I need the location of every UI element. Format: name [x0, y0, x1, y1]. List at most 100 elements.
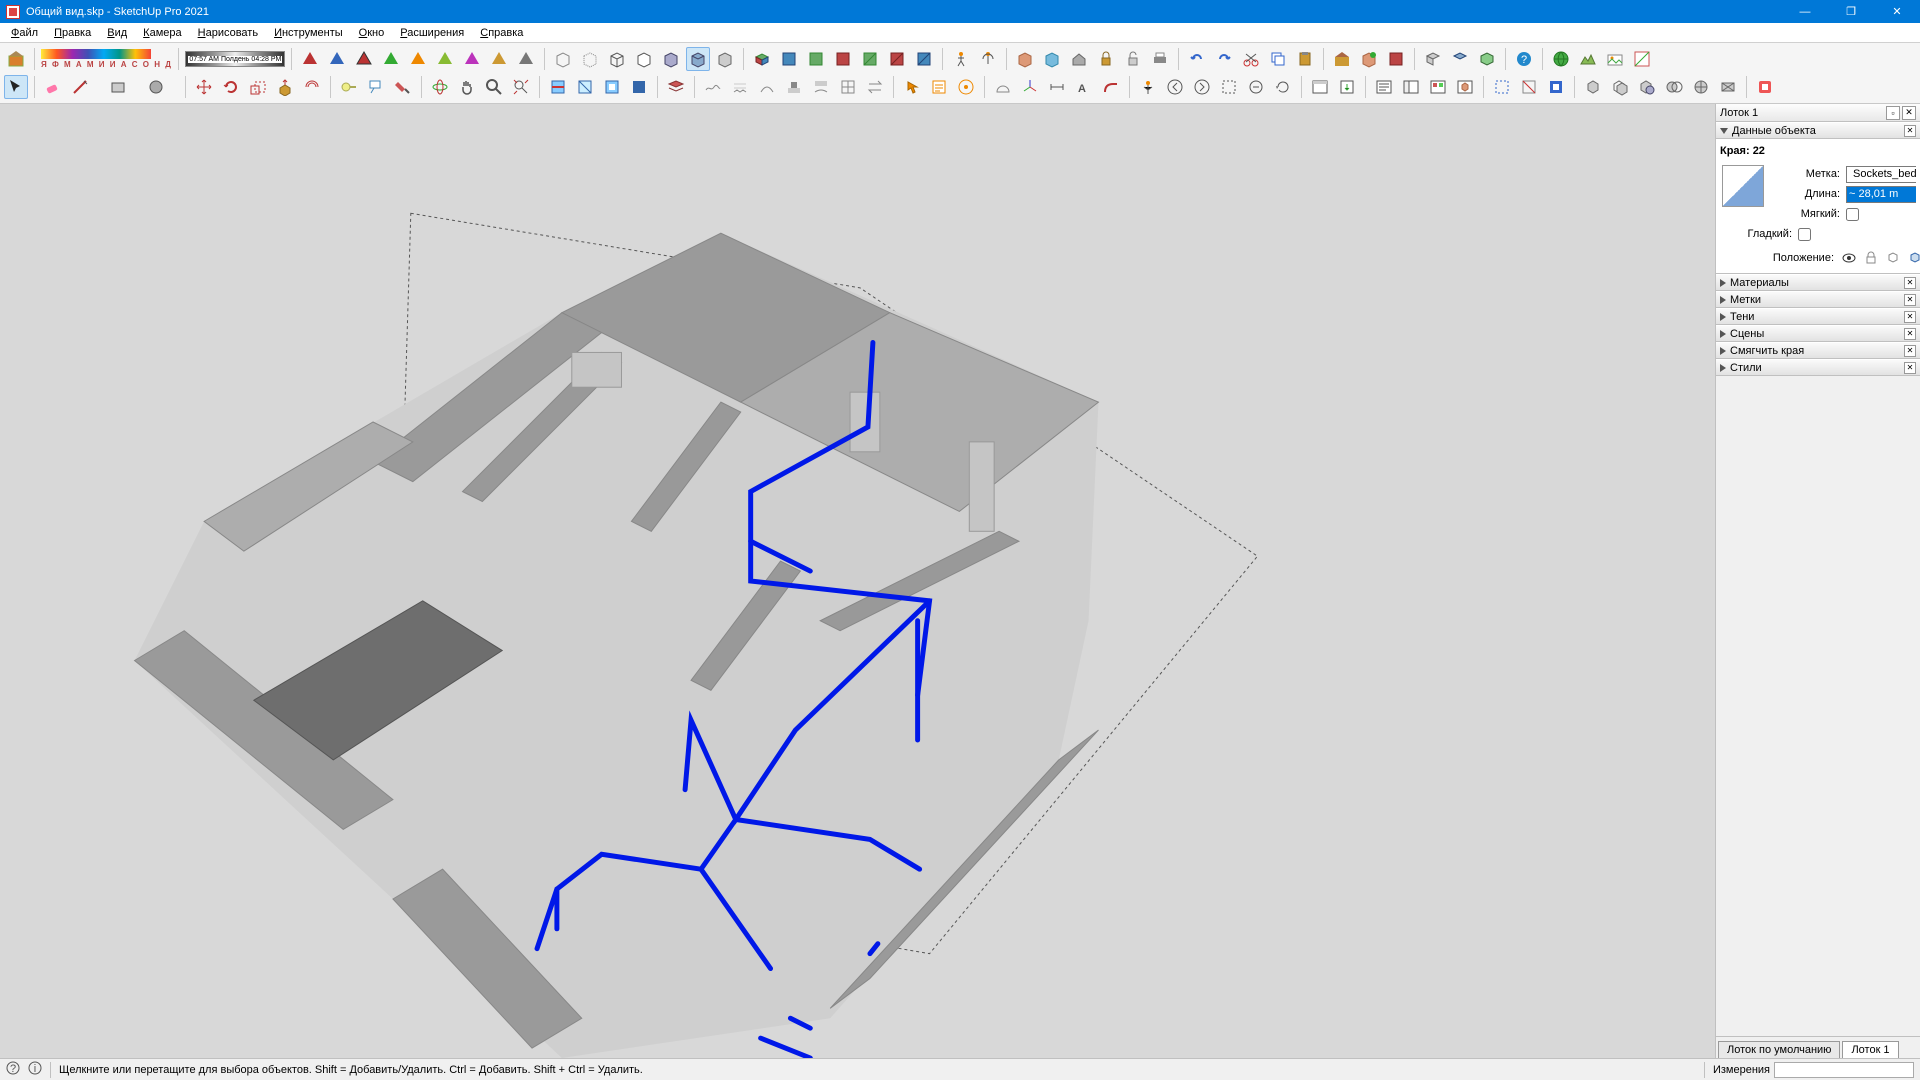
style-icon-7[interactable]	[460, 47, 484, 71]
3dtext-icon[interactable]: A	[1072, 75, 1096, 99]
circle-tool-icon[interactable]	[144, 75, 168, 99]
line-tool-icon[interactable]	[68, 75, 92, 99]
soft-checkbox[interactable]	[1846, 208, 1859, 221]
axes-icon[interactable]	[1018, 75, 1042, 99]
section-fill-icon[interactable]	[627, 75, 651, 99]
status-help-icon[interactable]: ?	[6, 1061, 20, 1078]
share-icon[interactable]	[1357, 47, 1381, 71]
pan-tool-icon[interactable]	[455, 75, 479, 99]
entityinfo-icon[interactable]	[1399, 75, 1423, 99]
menu-window[interactable]: Окно	[352, 25, 392, 41]
print-icon[interactable]	[1148, 47, 1172, 71]
lookaround-icon[interactable]	[976, 47, 1000, 71]
text-tool-icon[interactable]	[364, 75, 388, 99]
maximize-button[interactable]: ❐	[1828, 0, 1874, 23]
backedges-icon[interactable]	[578, 47, 602, 71]
month-slider[interactable]	[41, 49, 151, 59]
front-view-icon[interactable]	[804, 47, 828, 71]
menu-extensions[interactable]: Расширения	[393, 25, 471, 41]
close-button[interactable]: ✕	[1874, 0, 1920, 23]
tape-tool-icon[interactable]	[337, 75, 361, 99]
prev-view-icon[interactable]	[1163, 75, 1187, 99]
match-icon[interactable]	[1630, 47, 1654, 71]
sandbox-contours-icon[interactable]	[701, 75, 725, 99]
style-icon-2[interactable]	[325, 47, 349, 71]
panel-scenes[interactable]: Сцены✕	[1716, 325, 1920, 342]
panel-close-icon[interactable]: ✕	[1904, 328, 1916, 340]
3dwarehouse-icon[interactable]	[1330, 47, 1354, 71]
dc-attributes-icon[interactable]	[954, 75, 978, 99]
photo-icon[interactable]	[1603, 47, 1627, 71]
pushpull-tool-icon[interactable]	[273, 75, 297, 99]
top-view-icon[interactable]	[777, 47, 801, 71]
zoom-prev-icon[interactable]	[1244, 75, 1268, 99]
select-none-icon[interactable]	[1517, 75, 1541, 99]
hiddenline-icon[interactable]	[632, 47, 656, 71]
dimension-icon[interactable]	[1045, 75, 1069, 99]
tray-pin-icon[interactable]: ▫	[1886, 106, 1900, 120]
tray-title[interactable]: Лоток 1 ▫ ✕	[1716, 104, 1920, 122]
time-slider[interactable]: 07:57 AM Полдень 04:28 PM	[185, 51, 285, 67]
solid-tools-4-icon[interactable]	[1662, 75, 1686, 99]
layout-icon[interactable]	[1308, 75, 1332, 99]
component-icon[interactable]	[1013, 47, 1037, 71]
section-display-icon[interactable]	[573, 75, 597, 99]
toggle-hidden-icon[interactable]	[1907, 250, 1920, 266]
select-tool-icon[interactable]	[4, 75, 28, 99]
panel-soften[interactable]: Смягчить края✕	[1716, 342, 1920, 359]
sandbox-drape-icon[interactable]	[809, 75, 833, 99]
dc-options-icon[interactable]	[927, 75, 951, 99]
menu-file[interactable]: Файл	[4, 25, 45, 41]
redo-icon[interactable]	[1212, 47, 1236, 71]
sandbox-scratch-icon[interactable]	[728, 75, 752, 99]
section-tool-icon[interactable]	[546, 75, 570, 99]
style-icon-4[interactable]	[379, 47, 403, 71]
solid-tools-6-icon[interactable]	[1716, 75, 1740, 99]
zoomextents-tool-icon[interactable]	[509, 75, 533, 99]
panel-close-icon[interactable]: ✕	[1904, 345, 1916, 357]
xray-icon[interactable]	[551, 47, 575, 71]
minimize-button[interactable]: —	[1782, 0, 1828, 23]
panel-shadows[interactable]: Тени✕	[1716, 308, 1920, 325]
toggle-visible-icon[interactable]	[1841, 250, 1857, 266]
select-all-icon[interactable]	[1490, 75, 1514, 99]
style-icon-8[interactable]	[487, 47, 511, 71]
smooth-checkbox[interactable]	[1798, 228, 1811, 241]
move-tool-icon[interactable]	[192, 75, 216, 99]
extension-icon[interactable]	[1384, 47, 1408, 71]
components-panel-icon[interactable]	[1453, 75, 1477, 99]
rotate-tool-icon[interactable]	[219, 75, 243, 99]
panel-close-icon[interactable]: ✕	[1904, 311, 1916, 323]
scale-tool-icon[interactable]	[246, 75, 270, 99]
panel-tags[interactable]: Метки✕	[1716, 291, 1920, 308]
solid-tools-5-icon[interactable]	[1689, 75, 1713, 99]
sandbox-detail-icon[interactable]	[836, 75, 860, 99]
solid-tools-1-icon[interactable]	[1581, 75, 1605, 99]
solid-tools-2-icon[interactable]	[1608, 75, 1632, 99]
tray-close-icon[interactable]: ✕	[1902, 106, 1916, 120]
terrain-icon[interactable]	[1576, 47, 1600, 71]
zoom-window-icon[interactable]	[1217, 75, 1241, 99]
viewport-3d[interactable]	[0, 104, 1715, 1058]
walk-icon[interactable]	[949, 47, 973, 71]
paint-tool-icon[interactable]	[391, 75, 415, 99]
back-view-icon[interactable]	[858, 47, 882, 71]
offset-tool-icon[interactable]	[300, 75, 324, 99]
shaded-textures-icon[interactable]	[686, 47, 710, 71]
panel-materials[interactable]: Материалы✕	[1716, 274, 1920, 291]
solid-tools-3-icon[interactable]	[1635, 75, 1659, 99]
menu-edit[interactable]: Правка	[47, 25, 98, 41]
unlock-icon[interactable]	[1121, 47, 1145, 71]
materials-panel-icon[interactable]	[1426, 75, 1450, 99]
status-info-icon[interactable]: i	[28, 1061, 42, 1078]
menu-view[interactable]: Вид	[100, 25, 134, 41]
panel-entity-info[interactable]: Данные объекта ✕	[1716, 122, 1920, 139]
wireframe-icon[interactable]	[605, 47, 629, 71]
group-icon[interactable]	[1040, 47, 1064, 71]
position-camera-icon[interactable]	[1136, 75, 1160, 99]
style-icon-3[interactable]	[352, 47, 376, 71]
toggle-shadows-icon[interactable]	[1885, 250, 1901, 266]
lock-icon[interactable]	[1094, 47, 1118, 71]
solid-intersect-icon[interactable]	[1448, 47, 1472, 71]
toggle-lock-icon[interactable]	[1863, 250, 1879, 266]
